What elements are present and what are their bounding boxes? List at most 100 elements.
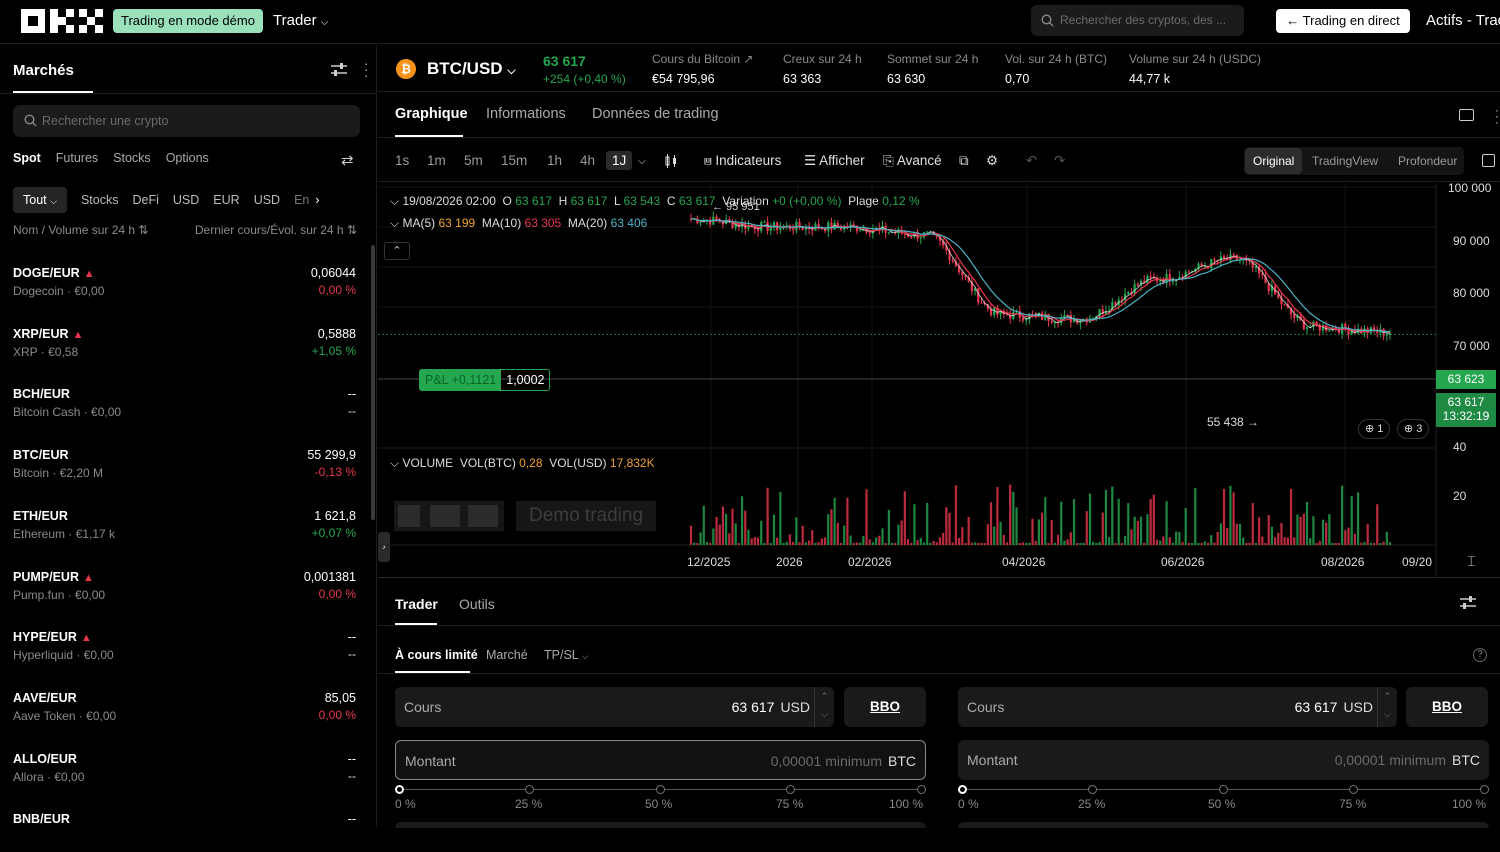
gear-icon[interactable]: ⚙ bbox=[986, 153, 998, 169]
demo-badge[interactable]: Trading en mode démo bbox=[113, 9, 263, 33]
tab-chart[interactable]: Graphique bbox=[395, 106, 468, 122]
market-row[interactable]: AAVE/EUR Aave Token · €0,00 85,05 0,00 % bbox=[13, 691, 356, 731]
tab-futures[interactable]: Futures bbox=[56, 151, 98, 165]
sell-amount-field[interactable]: Montant 0,00001 minimum BTC bbox=[958, 740, 1489, 780]
price-chart[interactable]: ⌵ 19/08/2026 02:00 O 63 617 H 63 617 L 6… bbox=[378, 181, 1500, 578]
slider-stop[interactable] bbox=[1219, 785, 1228, 794]
layout-icon[interactable]: ⧉ bbox=[959, 153, 969, 169]
globe-badge-2[interactable]: ⊕ 3 bbox=[1397, 419, 1430, 439]
buy-amount-field[interactable]: Montant 0,00001 minimum BTC bbox=[395, 740, 926, 780]
sliders-icon[interactable] bbox=[331, 63, 347, 77]
view-tradingview[interactable]: TradingView bbox=[1312, 154, 1378, 168]
filter-usd[interactable]: USD bbox=[173, 193, 199, 207]
help-icon[interactable]: ? bbox=[1473, 648, 1487, 662]
slider-stop[interactable] bbox=[1088, 785, 1097, 794]
slider-stop[interactable] bbox=[917, 785, 926, 794]
crypto-search-input[interactable]: Rechercher une crypto bbox=[13, 105, 360, 137]
timeframe-5m[interactable]: 5m bbox=[464, 153, 483, 168]
sell-bbo-button[interactable]: BBO bbox=[1406, 687, 1488, 727]
buy-price-field[interactable]: Cours 63 617 USD ⌃ ⌵ bbox=[395, 687, 834, 727]
price-stepper[interactable]: ⌃ ⌵ bbox=[814, 687, 834, 727]
window-icon[interactable] bbox=[1459, 109, 1474, 121]
chevron-down-icon[interactable]: ⌵ bbox=[638, 156, 646, 167]
market-row[interactable]: ALLO/EUR Allora · €0,00 -- -- bbox=[13, 752, 356, 792]
timeframe-1s[interactable]: 1s bbox=[395, 153, 409, 168]
filter-all[interactable]: Tout ⌵ bbox=[13, 187, 67, 213]
buy-amount-slider[interactable]: 0 % 25 % 50 % 75 % 100 % bbox=[395, 781, 926, 811]
filter-eur[interactable]: EUR bbox=[213, 193, 239, 207]
display-button[interactable]: ☰ Afficher bbox=[804, 153, 865, 169]
tab-trade[interactable]: Trader bbox=[395, 596, 438, 612]
timeframe-1h[interactable]: 1h bbox=[547, 153, 562, 168]
scrollbar[interactable] bbox=[371, 245, 375, 520]
timeframe-1d[interactable]: 1J bbox=[606, 151, 633, 170]
slider-stop[interactable] bbox=[958, 785, 967, 794]
chevron-right-icon[interactable]: › bbox=[315, 193, 319, 207]
undo-icon[interactable]: ↶ bbox=[1026, 153, 1037, 169]
fullscreen-icon[interactable] bbox=[1482, 154, 1495, 167]
buy-bbo-button[interactable]: BBO bbox=[844, 687, 926, 727]
market-row[interactable]: HYPE/EUR ▲ Hyperliquid · €0,00 -- -- bbox=[13, 630, 356, 670]
more-vertical-icon[interactable]: · · · bbox=[1495, 104, 1499, 128]
tab-spot[interactable]: Spot bbox=[13, 151, 41, 165]
globe-badge-1[interactable]: ⊕ 1 bbox=[1358, 419, 1391, 439]
stat-btc-price[interactable]: Cours du Bitcoin ↗ €54 795,96 bbox=[652, 52, 753, 86]
swap-icon[interactable]: ⇄ bbox=[341, 151, 354, 169]
candle-body bbox=[1232, 254, 1235, 256]
timeframe-15m[interactable]: 15m bbox=[501, 153, 527, 168]
assets-menu[interactable]: Actifs - Trac bbox=[1426, 12, 1500, 29]
candlestick-type-icon[interactable] bbox=[664, 154, 678, 168]
filter-en[interactable]: En bbox=[294, 193, 309, 207]
slider-stop[interactable] bbox=[395, 785, 404, 794]
view-original[interactable]: Original bbox=[1245, 148, 1303, 174]
chevron-down-icon[interactable]: ⌵ bbox=[390, 456, 399, 470]
axis-scale-icon[interactable]: ⌶ bbox=[1467, 553, 1475, 570]
market-row[interactable]: ETH/EUR Ethereum · €1,17 k 1 621,8 +0,07 % bbox=[13, 509, 356, 549]
more-vertical-icon[interactable]: · · · bbox=[364, 57, 368, 82]
market-row[interactable]: BCH/EUR Bitcoin Cash · €0,00 -- -- bbox=[13, 387, 356, 427]
sell-amount-slider[interactable]: 0 % 25 % 50 % 75 % 100 % bbox=[958, 781, 1489, 811]
price-label: Cours bbox=[967, 699, 1005, 715]
pair-selector[interactable]: BTC/USD ⌵ bbox=[427, 59, 516, 79]
trader-menu[interactable]: Trader ⌵ bbox=[273, 12, 328, 29]
sliders-icon[interactable] bbox=[1460, 596, 1476, 610]
market-row[interactable]: BTC/EUR Bitcoin · €2,20 M 55 299,9 -0,13 % bbox=[13, 448, 356, 488]
sort-by-name[interactable]: Nom / Volume sur 24 h ⇅ bbox=[13, 223, 148, 237]
timeframe-1m[interactable]: 1m bbox=[427, 153, 446, 168]
sort-by-price[interactable]: Dernier cours/Évol. sur 24 h ⇅ bbox=[195, 223, 357, 237]
tab-tools[interactable]: Outils bbox=[459, 596, 495, 612]
live-trading-button[interactable]: ← Trading en direct bbox=[1276, 9, 1410, 33]
filter-stocks[interactable]: Stocks bbox=[81, 193, 119, 207]
advanced-button[interactable]: ⎘ Avancé bbox=[883, 153, 942, 169]
market-row[interactable]: DOGE/EUR ▲ Dogecoin · €0,00 0,06044 0,00 % bbox=[13, 266, 356, 306]
market-row[interactable]: XRP/EUR ▲ XRP · €0,58 0,5888 +1,05 % bbox=[13, 327, 356, 367]
slider-stop[interactable] bbox=[1349, 785, 1358, 794]
tab-options[interactable]: Options bbox=[166, 151, 209, 165]
view-depth[interactable]: Profondeur bbox=[1398, 154, 1457, 168]
market-row[interactable]: PUMP/EUR ▲ Pump.fun · €0,00 0,001381 0,00 % bbox=[13, 570, 356, 610]
slider-stop[interactable] bbox=[1480, 785, 1489, 794]
price-stepper[interactable]: ⌃ ⌵ bbox=[1377, 687, 1397, 727]
tab-info[interactable]: Informations bbox=[486, 106, 566, 122]
sell-price-field[interactable]: Cours 63 617 USD ⌃ ⌵ bbox=[958, 687, 1397, 727]
filter-defi[interactable]: DeFi bbox=[132, 193, 158, 207]
slider-stop[interactable] bbox=[786, 785, 795, 794]
order-type-limit[interactable]: À cours limité bbox=[395, 648, 478, 662]
chevron-down-icon[interactable]: ⌵ bbox=[390, 194, 399, 208]
tab-stocks[interactable]: Stocks bbox=[113, 151, 151, 165]
pnl-position-tag[interactable]: P&L +0,1121 1,0002 bbox=[419, 369, 551, 391]
slider-stop[interactable] bbox=[525, 785, 534, 794]
global-search-input[interactable]: Rechercher des cryptos, des ... bbox=[1031, 5, 1244, 36]
slider-stop[interactable] bbox=[656, 785, 665, 794]
order-type-tpsl[interactable]: TP/SL ⌵ bbox=[544, 648, 589, 662]
indicators-button[interactable]: ⩏ Indicateurs bbox=[704, 153, 781, 169]
okx-logo[interactable] bbox=[21, 9, 103, 33]
collapse-legend-button[interactable]: ⌃ bbox=[384, 242, 410, 260]
chevron-down-icon[interactable]: ⌵ bbox=[390, 216, 399, 230]
order-type-market[interactable]: Marché bbox=[486, 648, 528, 662]
tab-trading-data[interactable]: Données de trading bbox=[592, 106, 719, 122]
filter-usd-2[interactable]: USD bbox=[254, 193, 280, 207]
timeframe-4h[interactable]: 4h bbox=[580, 153, 595, 168]
redo-icon[interactable]: ↷ bbox=[1054, 153, 1065, 169]
market-row[interactable]: BNB/EUR -- bbox=[13, 812, 356, 852]
